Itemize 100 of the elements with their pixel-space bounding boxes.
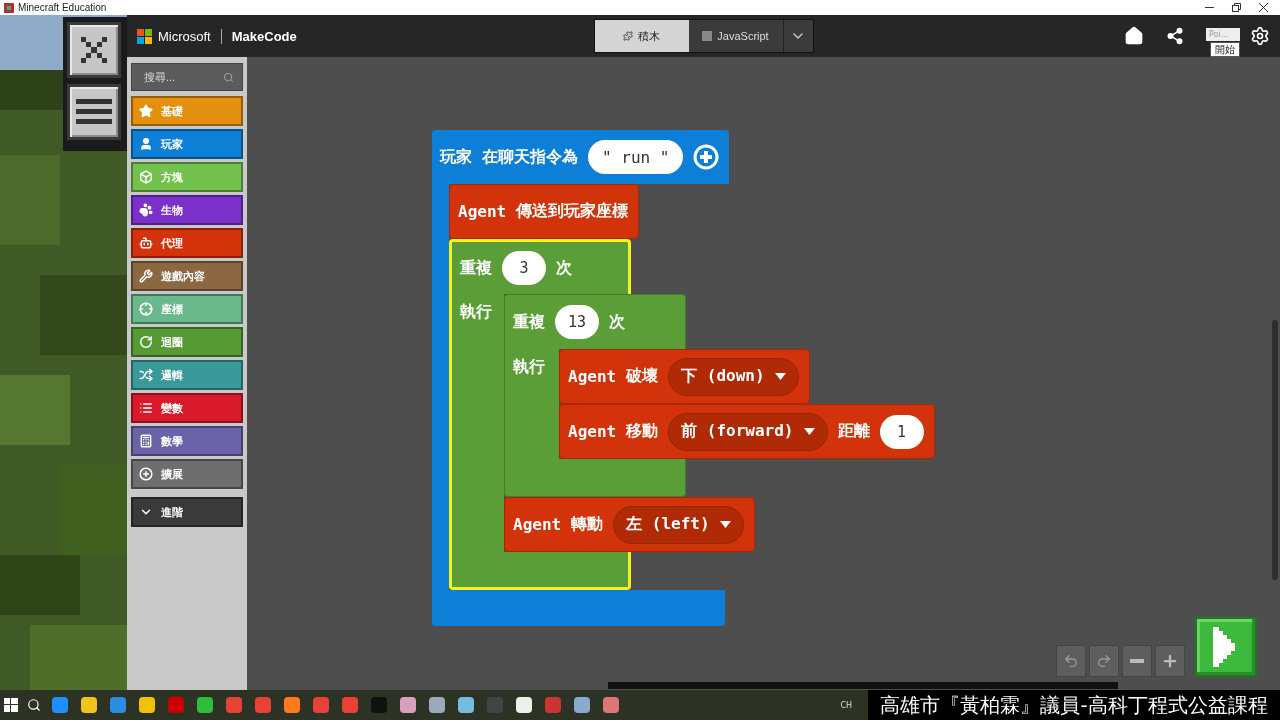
calculator-icon: [139, 434, 153, 448]
category-item[interactable]: 變數: [131, 393, 243, 423]
taskbar-app-icon[interactable]: [427, 695, 447, 715]
number-field[interactable]: 13: [555, 305, 599, 339]
menu-button[interactable]: [67, 84, 121, 140]
scrollbar[interactable]: [608, 682, 1118, 689]
number-field[interactable]: 1: [879, 414, 924, 449]
robot-icon: [139, 236, 153, 250]
loop-arrow-icon: [139, 335, 153, 349]
repeat-block[interactable]: 重複 13 次: [504, 294, 686, 349]
app-icon: [4, 2, 14, 13]
block-label: 傳送到玩家座標: [516, 201, 629, 222]
block-label: 在聊天指令為: [482, 146, 578, 168]
block-label: Agent: [513, 515, 562, 534]
repeat-block[interactable]: 重複 3 次: [449, 239, 631, 294]
taskbar-app-icon[interactable]: [195, 695, 215, 715]
block-label: 轉動: [571, 514, 604, 535]
restore-icon[interactable]: [1232, 3, 1241, 12]
redo-icon: [1096, 653, 1112, 669]
user-icon: [139, 137, 153, 151]
close-icon: [81, 37, 107, 63]
search-field[interactable]: 搜尋...: [142, 70, 212, 84]
crosshair-icon: [139, 302, 153, 316]
logo-icon: [137, 28, 152, 44]
taskbar-app-icon[interactable]: [572, 695, 592, 715]
caret-icon: [803, 428, 815, 435]
search-box[interactable]: 搜尋...: [131, 63, 243, 91]
input-language[interactable]: CH: [840, 700, 852, 710]
start-tooltip[interactable]: 開始: [1210, 42, 1240, 57]
paw-icon: [139, 203, 153, 217]
dropdown[interactable]: 下 (down): [668, 357, 799, 396]
caret-icon: [719, 521, 731, 528]
run-button[interactable]: [1195, 617, 1257, 677]
block-label: 移動: [626, 421, 659, 442]
block-label: 重複: [513, 311, 545, 333]
number-field[interactable]: 3: [502, 251, 546, 285]
block-label: Agent: [568, 367, 617, 386]
menu-icon: [76, 97, 112, 127]
product-name: MakeCode: [220, 28, 297, 44]
block-label: 玩家: [440, 146, 472, 168]
plus-circle-icon: [139, 467, 153, 481]
share-icon[interactable]: [1166, 27, 1184, 45]
dropdown[interactable]: 前 (forward): [668, 412, 828, 451]
puzzle-icon: [623, 31, 633, 41]
plus-icon: [1161, 652, 1179, 670]
close-button[interactable]: [67, 22, 121, 78]
dropdown[interactable]: 左 (left): [613, 505, 744, 544]
taskbar-app-icon[interactable]: [456, 695, 476, 715]
block-label: 次: [609, 311, 625, 333]
event-block[interactable]: 玩家 在聊天指令為 " run ": [432, 130, 730, 184]
file-icon: [702, 31, 713, 41]
editor-tab[interactable]: 積木: [594, 20, 689, 52]
agent-block[interactable]: Agent 破壞 下 (down): [559, 349, 810, 404]
search-icon[interactable]: [27, 698, 41, 712]
minus-icon: [1130, 659, 1144, 663]
taskbar-app-icon[interactable]: [398, 695, 418, 715]
block-arm-label: 執行: [449, 294, 504, 552]
star-icon: [139, 104, 153, 118]
category-item[interactable]: 迴圈: [131, 327, 243, 357]
scrollbar[interactable]: [1272, 320, 1278, 580]
dropdown-button[interactable]: [782, 20, 813, 52]
category-item[interactable]: 玩家: [131, 129, 243, 159]
redo-button[interactable]: [1089, 645, 1119, 677]
category-item[interactable]: 遊戲內容: [131, 261, 243, 291]
taskbar-app-icon[interactable]: [514, 695, 534, 715]
caret-icon: [774, 373, 786, 380]
block-label: 次: [556, 257, 572, 279]
block-label: Agent: [568, 422, 617, 441]
windows-icon[interactable]: [4, 698, 18, 712]
agent-block[interactable]: Agent 傳送到玩家座標: [449, 184, 640, 239]
agent-block[interactable]: Agent 移動 前 (forward) 距離 1: [559, 404, 935, 459]
category-item[interactable]: 進階: [131, 497, 243, 527]
block-label: 重複: [460, 257, 492, 279]
category-item[interactable]: 數學: [131, 426, 243, 456]
taskbar-app-icon[interactable]: [137, 695, 157, 715]
name-tooltip: Poi...: [1206, 28, 1240, 41]
plus-circle-icon[interactable]: [693, 144, 720, 170]
editor-tab[interactable]: JavaScript: [688, 20, 783, 52]
category-item[interactable]: 生物: [131, 195, 243, 225]
block-label: 距離: [837, 421, 870, 442]
taskbar-app-icon[interactable]: [282, 695, 302, 715]
close-icon[interactable]: [1259, 3, 1268, 12]
wrench-icon: [139, 269, 153, 283]
list-icon: [139, 401, 153, 415]
category-item[interactable]: 擴展: [131, 459, 243, 489]
text-field[interactable]: " run ": [588, 140, 684, 174]
block-arm-label: 執行: [504, 349, 559, 459]
settings-icon[interactable]: [1250, 26, 1270, 46]
window-title: Minecraft Education: [18, 2, 108, 13]
search-icon: [223, 71, 234, 83]
zoom-out-button[interactable]: [1122, 645, 1152, 677]
zoom-in-button[interactable]: [1155, 645, 1185, 677]
agent-block[interactable]: Agent 轉動 左 (left): [504, 497, 755, 552]
taskbar-app-icon[interactable]: [79, 695, 99, 715]
category-item[interactable]: 代理: [131, 228, 243, 258]
category-item[interactable]: 邏輯: [131, 360, 243, 390]
home-icon[interactable]: [1124, 26, 1144, 46]
caption: 高雄市『黃柏霖』議員-高科丁程式公益課程: [868, 690, 1280, 720]
undo-button[interactable]: [1056, 645, 1086, 677]
shuffle-icon: [139, 368, 153, 382]
